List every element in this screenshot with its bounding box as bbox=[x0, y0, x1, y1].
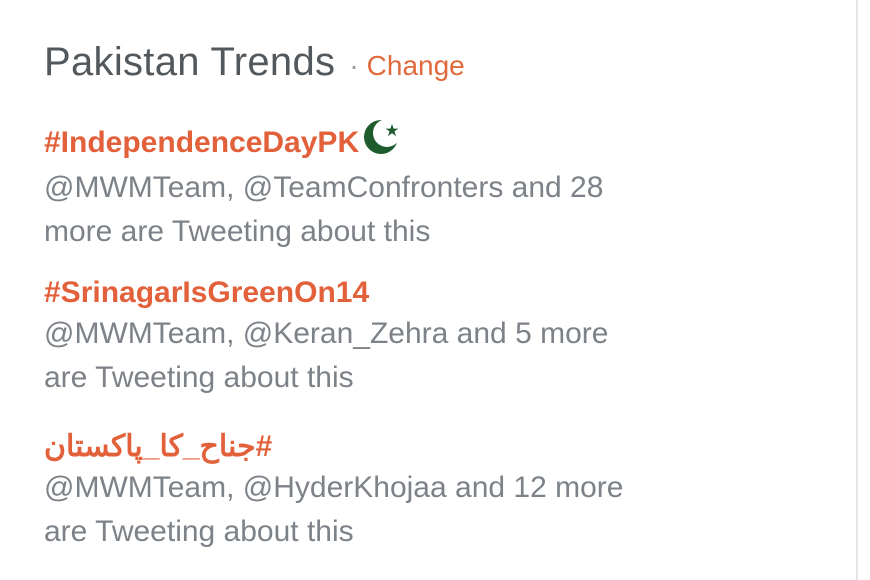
trend-context-line: are Tweeting about this bbox=[44, 515, 354, 548]
trend-context-line: more are Tweeting about this bbox=[44, 215, 431, 248]
trends-header: Pakistan Trends · Change bbox=[44, 40, 465, 85]
trend-hashtag-text: #IndependenceDayPK bbox=[44, 126, 360, 159]
trend-context-line: @MWMTeam, @TeamConfronters and 28 bbox=[44, 171, 604, 204]
trend-hashtag-link[interactable]: #جناح_کا_پاکستان bbox=[44, 428, 272, 466]
trend-context-line: @MWMTeam, @Keran_Zehra and 5 more bbox=[44, 317, 609, 350]
trend-item[interactable]: #SrinagarIsGreenOn14 @MWMTeam, @Keran_Ze… bbox=[44, 274, 824, 400]
trend-item[interactable]: #IndependenceDayPK @MWMTeam, @TeamConfro… bbox=[44, 118, 824, 254]
trends-title: Pakistan Trends bbox=[44, 40, 336, 84]
trend-item[interactable]: #جناح_کا_پاکستان @MWMTeam, @HyderKhojaa … bbox=[44, 428, 824, 554]
trend-context-line: @MWMTeam, @HyderKhojaa and 12 more bbox=[44, 471, 624, 504]
trend-hashtag-link[interactable]: #IndependenceDayPK bbox=[44, 118, 824, 166]
trend-context-line: are Tweeting about this bbox=[44, 361, 354, 394]
title-separator: · bbox=[349, 50, 359, 81]
pakistan-flag-icon bbox=[361, 118, 405, 166]
trend-hashtag-link[interactable]: #SrinagarIsGreenOn14 bbox=[44, 274, 824, 312]
change-location-link[interactable]: Change bbox=[367, 50, 465, 81]
trends-panel: Pakistan Trends · Change #IndependenceDayP… bbox=[0, 0, 858, 580]
